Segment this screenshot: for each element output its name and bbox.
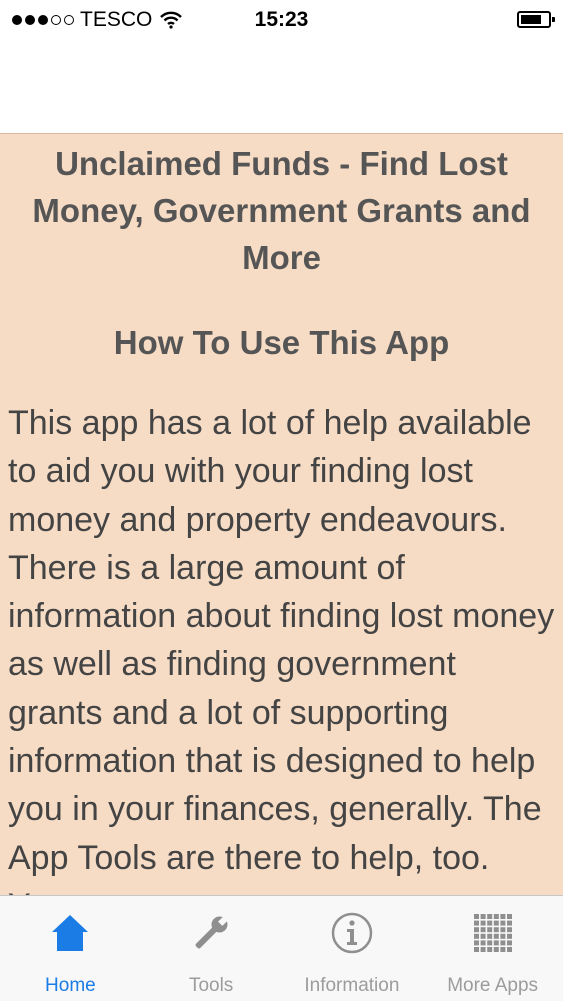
- grid-square: [506, 927, 512, 933]
- home-icon: [48, 911, 92, 960]
- tab-tools[interactable]: Tools: [141, 896, 282, 1001]
- grid-square: [480, 947, 486, 952]
- grid-square: [473, 940, 479, 946]
- grid-square: [500, 933, 506, 939]
- page-title: Unclaimed Funds - Find Lost Money, Gover…: [32, 145, 531, 276]
- wrench-icon: [189, 911, 233, 960]
- tab-more-apps[interactable]: More Apps: [422, 896, 563, 1001]
- grid-square: [493, 933, 499, 939]
- grid-square: [473, 947, 479, 952]
- grid-square: [480, 933, 486, 939]
- grid-square: [500, 947, 506, 952]
- grid-square: [506, 940, 512, 946]
- status-bar: TESCO 15:23: [0, 0, 563, 44]
- grid-square: [486, 940, 492, 946]
- grid-square: [486, 947, 492, 952]
- grid-square: [486, 933, 492, 939]
- grid-square: [506, 933, 512, 939]
- grid-square: [493, 940, 499, 946]
- info-icon: [330, 911, 374, 960]
- content-area: Unclaimed Funds - Find Lost Money, Gover…: [0, 133, 563, 896]
- section-heading: How To Use This App: [113, 324, 450, 361]
- grid-square: [480, 914, 486, 919]
- tab-more-apps-label: More Apps: [447, 975, 539, 996]
- grid-square: [473, 933, 479, 939]
- tab-tools-label: Tools: [188, 975, 234, 996]
- grid-square: [506, 947, 512, 952]
- body-paragraph: This app has a lot of help available to …: [8, 404, 555, 896]
- grid-square: [506, 914, 512, 919]
- status-time: 15:23: [254, 8, 309, 31]
- tab-home-label: Home: [45, 975, 96, 996]
- battery-fill: [521, 15, 541, 24]
- battery-nub: [552, 17, 555, 22]
- grid-square: [500, 920, 506, 926]
- tab-information[interactable]: Information: [282, 896, 423, 1001]
- grid-square: [473, 914, 479, 919]
- grid-square: [493, 947, 499, 952]
- tab-home[interactable]: Home: [0, 896, 141, 1001]
- grid-square: [473, 927, 479, 933]
- grid-square: [480, 940, 486, 946]
- grid-square: [493, 914, 499, 919]
- tab-bar: Home Tools Information More Apps: [0, 895, 563, 1001]
- grid-square: [506, 920, 512, 926]
- battery-icon: [517, 11, 555, 28]
- grid-square: [486, 914, 492, 919]
- grid-icon: [471, 911, 515, 960]
- grid-square: [500, 914, 506, 919]
- grid-square: [486, 920, 492, 926]
- grid-square: [493, 927, 499, 933]
- grid-square: [500, 940, 506, 946]
- tab-information-label: Information: [304, 975, 400, 996]
- grid-square: [500, 927, 506, 933]
- grid-square: [480, 920, 486, 926]
- grid-square: [480, 927, 486, 933]
- grid-square: [493, 920, 499, 926]
- grid-square: [486, 927, 492, 933]
- grid-square: [473, 920, 479, 926]
